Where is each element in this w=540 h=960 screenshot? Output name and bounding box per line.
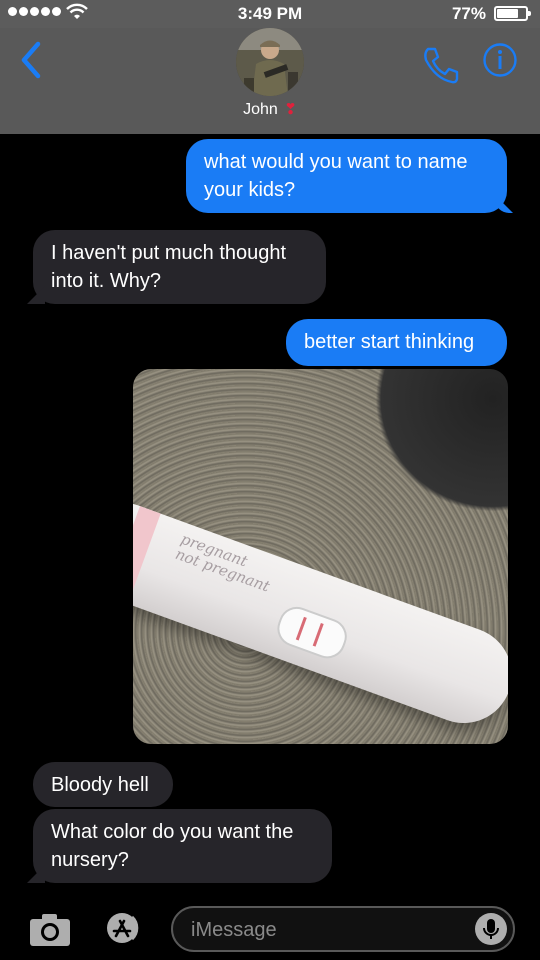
battery-percentage: 77% bbox=[451, 4, 486, 23]
imessage-input[interactable]: iMessage bbox=[171, 906, 515, 952]
back-chevron-icon[interactable] bbox=[14, 40, 48, 80]
message-bubble-incoming[interactable]: Bloody hell bbox=[33, 762, 173, 807]
status-bar: 3:49 PM 77% bbox=[0, 0, 540, 28]
photo-attachment[interactable]: pregnant not pregnant bbox=[133, 369, 508, 744]
heart-emoji-icon: ❣ bbox=[284, 101, 297, 118]
avatar-photo bbox=[236, 28, 304, 96]
phone-icon[interactable] bbox=[420, 44, 462, 86]
message-bubble-outgoing[interactable]: better start thinking bbox=[286, 319, 507, 366]
message-text: Bloody hell bbox=[51, 774, 149, 796]
test-line bbox=[312, 623, 324, 647]
contact-name-text: John bbox=[243, 101, 278, 118]
message-text: What color do you want the nursery? bbox=[51, 821, 294, 871]
battery-icon bbox=[494, 6, 531, 21]
test-label: pregnant not pregnant bbox=[173, 530, 277, 596]
message-input-bar: iMessage bbox=[0, 895, 540, 960]
contact-avatar[interactable] bbox=[236, 28, 304, 96]
microphone-icon[interactable] bbox=[475, 913, 507, 945]
app-store-icon[interactable] bbox=[96, 911, 148, 945]
message-bubble-outgoing[interactable]: what would you want to name your kids? bbox=[186, 139, 507, 213]
message-text: what would you want to name your kids? bbox=[204, 151, 468, 201]
imessage-placeholder: iMessage bbox=[191, 919, 277, 941]
camera-icon[interactable] bbox=[28, 913, 72, 947]
test-line bbox=[295, 616, 307, 641]
battery-level bbox=[497, 9, 518, 18]
test-result-window bbox=[272, 601, 352, 664]
message-text: I haven't put much thought into it. Why? bbox=[51, 242, 287, 292]
info-icon[interactable] bbox=[482, 42, 518, 78]
message-text: better start thinking bbox=[304, 331, 475, 353]
contact-name[interactable]: John ❣ bbox=[0, 100, 540, 119]
pregnancy-test-image: pregnant not pregnant bbox=[133, 489, 508, 737]
message-bubble-incoming[interactable]: What color do you want the nursery? bbox=[33, 809, 332, 883]
conversation-header: John ❣ bbox=[0, 28, 540, 134]
message-bubble-incoming[interactable]: I haven't put much thought into it. Why? bbox=[33, 230, 326, 304]
